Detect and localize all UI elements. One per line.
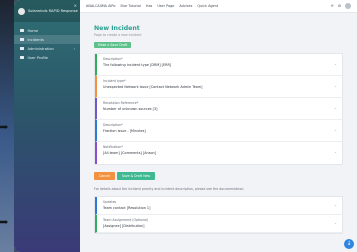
field-value: Number of unknown sources [3] [103,106,158,111]
topbar-link[interactable]: Quick Agent [197,4,218,8]
app-title: Solarwinds RAPID Response [28,8,78,13]
form-field[interactable]: Resolution Reference* Number of unknown … [95,98,342,120]
refresh-icon[interactable]: ⟳ [331,4,334,8]
chevron-down-icon[interactable]: ⌄ [334,62,337,66]
form-field[interactable]: Team Assignment (Optional) [Assignee] [D… [95,215,342,233]
user-icon [20,55,24,60]
main-content: New Incident Page to create a new incide… [80,13,357,252]
topbar-link[interactable]: User Page [157,4,174,8]
home-icon [20,28,24,33]
field-value: Unexpected Network Issue [Contact Networ… [103,84,203,89]
field-label: Notification* [103,145,123,149]
field-value: The following incident type [DRM] [ERR] [103,62,172,67]
chevron-right-icon: › [73,46,75,51]
arrow-icon [0,220,8,224]
scroll-down-button[interactable]: ↓ [344,239,354,249]
sidebar-item-home[interactable]: Home [14,26,80,35]
incident-icon [20,37,24,42]
chevron-down-icon[interactable]: ⌄ [334,84,337,88]
chevron-down-icon[interactable]: ⌄ [334,128,337,132]
save-draft-tag[interactable]: Make a Save Draft [94,42,132,48]
top-bar: ANALCAIIMA AIPo Star Tutorial Has User P… [80,0,357,13]
chevron-down-icon[interactable]: ⌄ [334,106,337,110]
field-label: Incident type* [103,79,126,83]
close-icon[interactable]: × [74,3,77,8]
sidebar: Solarwinds RAPID Response × Home Inciden… [14,0,80,252]
sidebar-item-user-profile[interactable]: User Profile [14,53,80,62]
field-label: Updates [103,200,117,204]
arrow-icon [0,125,8,129]
incident-form: Description* The following incident type… [94,53,343,165]
field-value: [Assignee] [Distribution] [103,223,145,228]
background-strip [0,0,14,252]
field-value: Team contact [Resolution 1] [103,205,151,210]
sidebar-item-label: Incidents [27,37,44,42]
form-actions: Cancel Save & Draft New [94,172,343,180]
help-note: For details about the incident priority … [94,187,245,191]
sidebar-item-administration[interactable]: Administration › [14,44,80,53]
admin-icon [20,46,24,51]
gear-icon[interactable]: ⚙ [338,4,341,8]
form-field[interactable]: Incident type* Unexpected Network Issue … [95,76,342,98]
topbar-link[interactable]: Has [146,4,152,8]
field-label: Description* [103,57,123,61]
field-value: [All team] [Comments] [Anson] [103,150,157,155]
logo-icon [18,7,25,15]
form-field[interactable]: Notification* [All team] [Comments] [Ans… [95,142,342,164]
sidebar-item-label: Administration [27,46,54,51]
topbar-link[interactable]: Star Tutorial [120,4,141,8]
chevron-down-icon[interactable]: ⌄ [334,203,337,207]
sidebar-header: Solarwinds RAPID Response × [14,0,80,22]
field-label: Description* [103,123,123,127]
save-draft-button[interactable]: Save & Draft New [116,172,156,180]
form-field[interactable]: Description* Fraction issue - [Minutes] … [95,120,342,142]
page-subtitle: Page to create a new incident [94,33,142,37]
field-label: Resolution Reference* [103,101,139,105]
sidebar-item-label: Home [27,28,39,33]
topbar-link[interactable]: Advices [179,4,192,8]
topbar-actions: ⟳ ⚙ [331,3,357,9]
cancel-button[interactable]: Cancel [94,172,115,180]
secondary-form: Updates Team contact [Resolution 1] ⌄ Te… [94,196,343,234]
topbar-link[interactable]: ANALCAIIMA AIPo [86,4,115,8]
page-title: New Incident [94,25,140,32]
field-value: Fraction issue - [Minutes] [103,128,146,133]
form-field[interactable]: Description* The following incident type… [95,54,342,76]
chevron-down-icon[interactable]: ⌄ [334,221,337,225]
sidebar-item-incidents[interactable]: Incidents [14,35,80,44]
field-label: Team Assignment (Optional) [103,218,149,222]
avatar[interactable] [345,3,351,9]
sidebar-item-label: User Profile [27,55,49,60]
form-field[interactable]: Updates Team contact [Resolution 1] ⌄ [95,197,342,215]
app-window: Solarwinds RAPID Response × Home Inciden… [14,0,357,252]
chevron-down-icon[interactable]: ⌄ [334,150,337,154]
